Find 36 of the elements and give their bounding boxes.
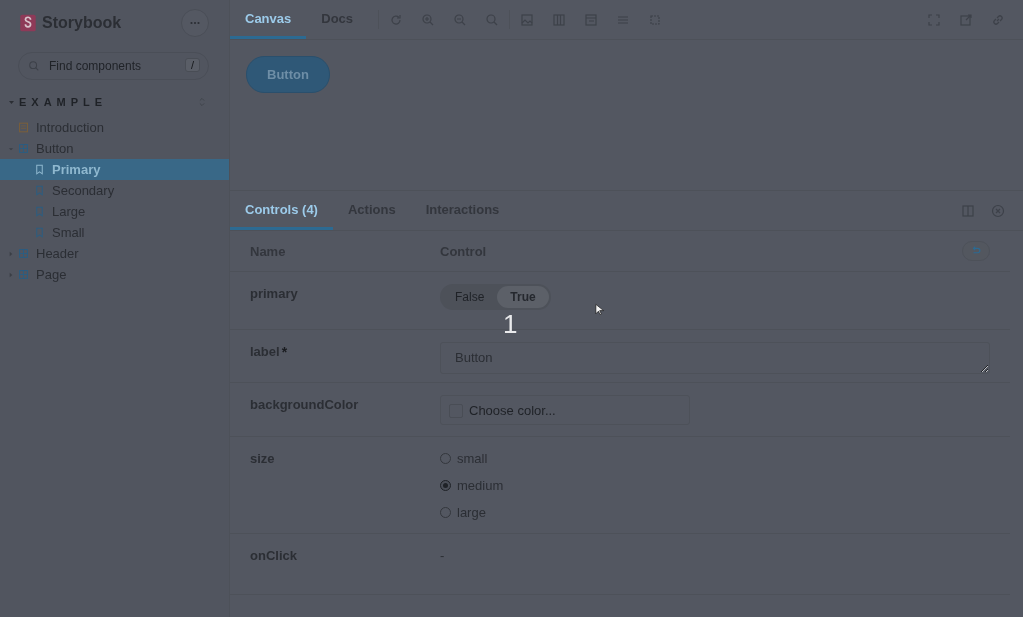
zoom-reset-icon[interactable]: [485, 12, 500, 27]
bookmark-icon: [34, 227, 45, 238]
shortcut-key: /: [184, 58, 200, 72]
caret-icon[interactable]: [8, 98, 15, 106]
zoom-in-icon[interactable]: [421, 12, 436, 27]
component-icon: [18, 269, 29, 280]
tab[interactable]: Canvas: [230, 0, 307, 39]
component-icon: [18, 248, 29, 259]
toggle-option[interactable]: True: [497, 286, 549, 308]
reset-button[interactable]: [962, 241, 990, 261]
tree-item[interactable]: Primary: [0, 159, 229, 180]
bookmark-icon: [34, 206, 45, 217]
required-mark: *: [281, 344, 288, 362]
cursor-icon: [595, 301, 607, 318]
link-icon[interactable]: [991, 12, 1005, 27]
reload-icon[interactable]: [389, 12, 404, 27]
open-new-tab-icon[interactable]: [959, 12, 973, 27]
tab[interactable]: Controls (4): [230, 191, 333, 230]
component-icon: [18, 143, 29, 154]
caret-icon: [8, 271, 14, 278]
color-field[interactable]: Choose color...: [440, 395, 690, 425]
image-icon[interactable]: [520, 12, 535, 27]
grid-icon[interactable]: [552, 12, 567, 27]
zoom-out-icon[interactable]: [453, 12, 468, 27]
control-value: -: [440, 548, 445, 563]
preview-button[interactable]: Button: [246, 56, 330, 93]
step-marker: 1: [503, 311, 518, 337]
more-menu-button[interactable]: [181, 9, 209, 37]
bookmark-icon: [34, 164, 45, 175]
close-icon[interactable]: [991, 203, 1005, 218]
storybook-logo-icon: [19, 13, 37, 33]
document-icon: [18, 122, 29, 133]
section-label[interactable]: EXAMPLE: [19, 96, 108, 108]
caret-icon: [8, 250, 14, 257]
radio-icon[interactable]: [440, 480, 451, 491]
bookmark-icon: [34, 185, 45, 196]
